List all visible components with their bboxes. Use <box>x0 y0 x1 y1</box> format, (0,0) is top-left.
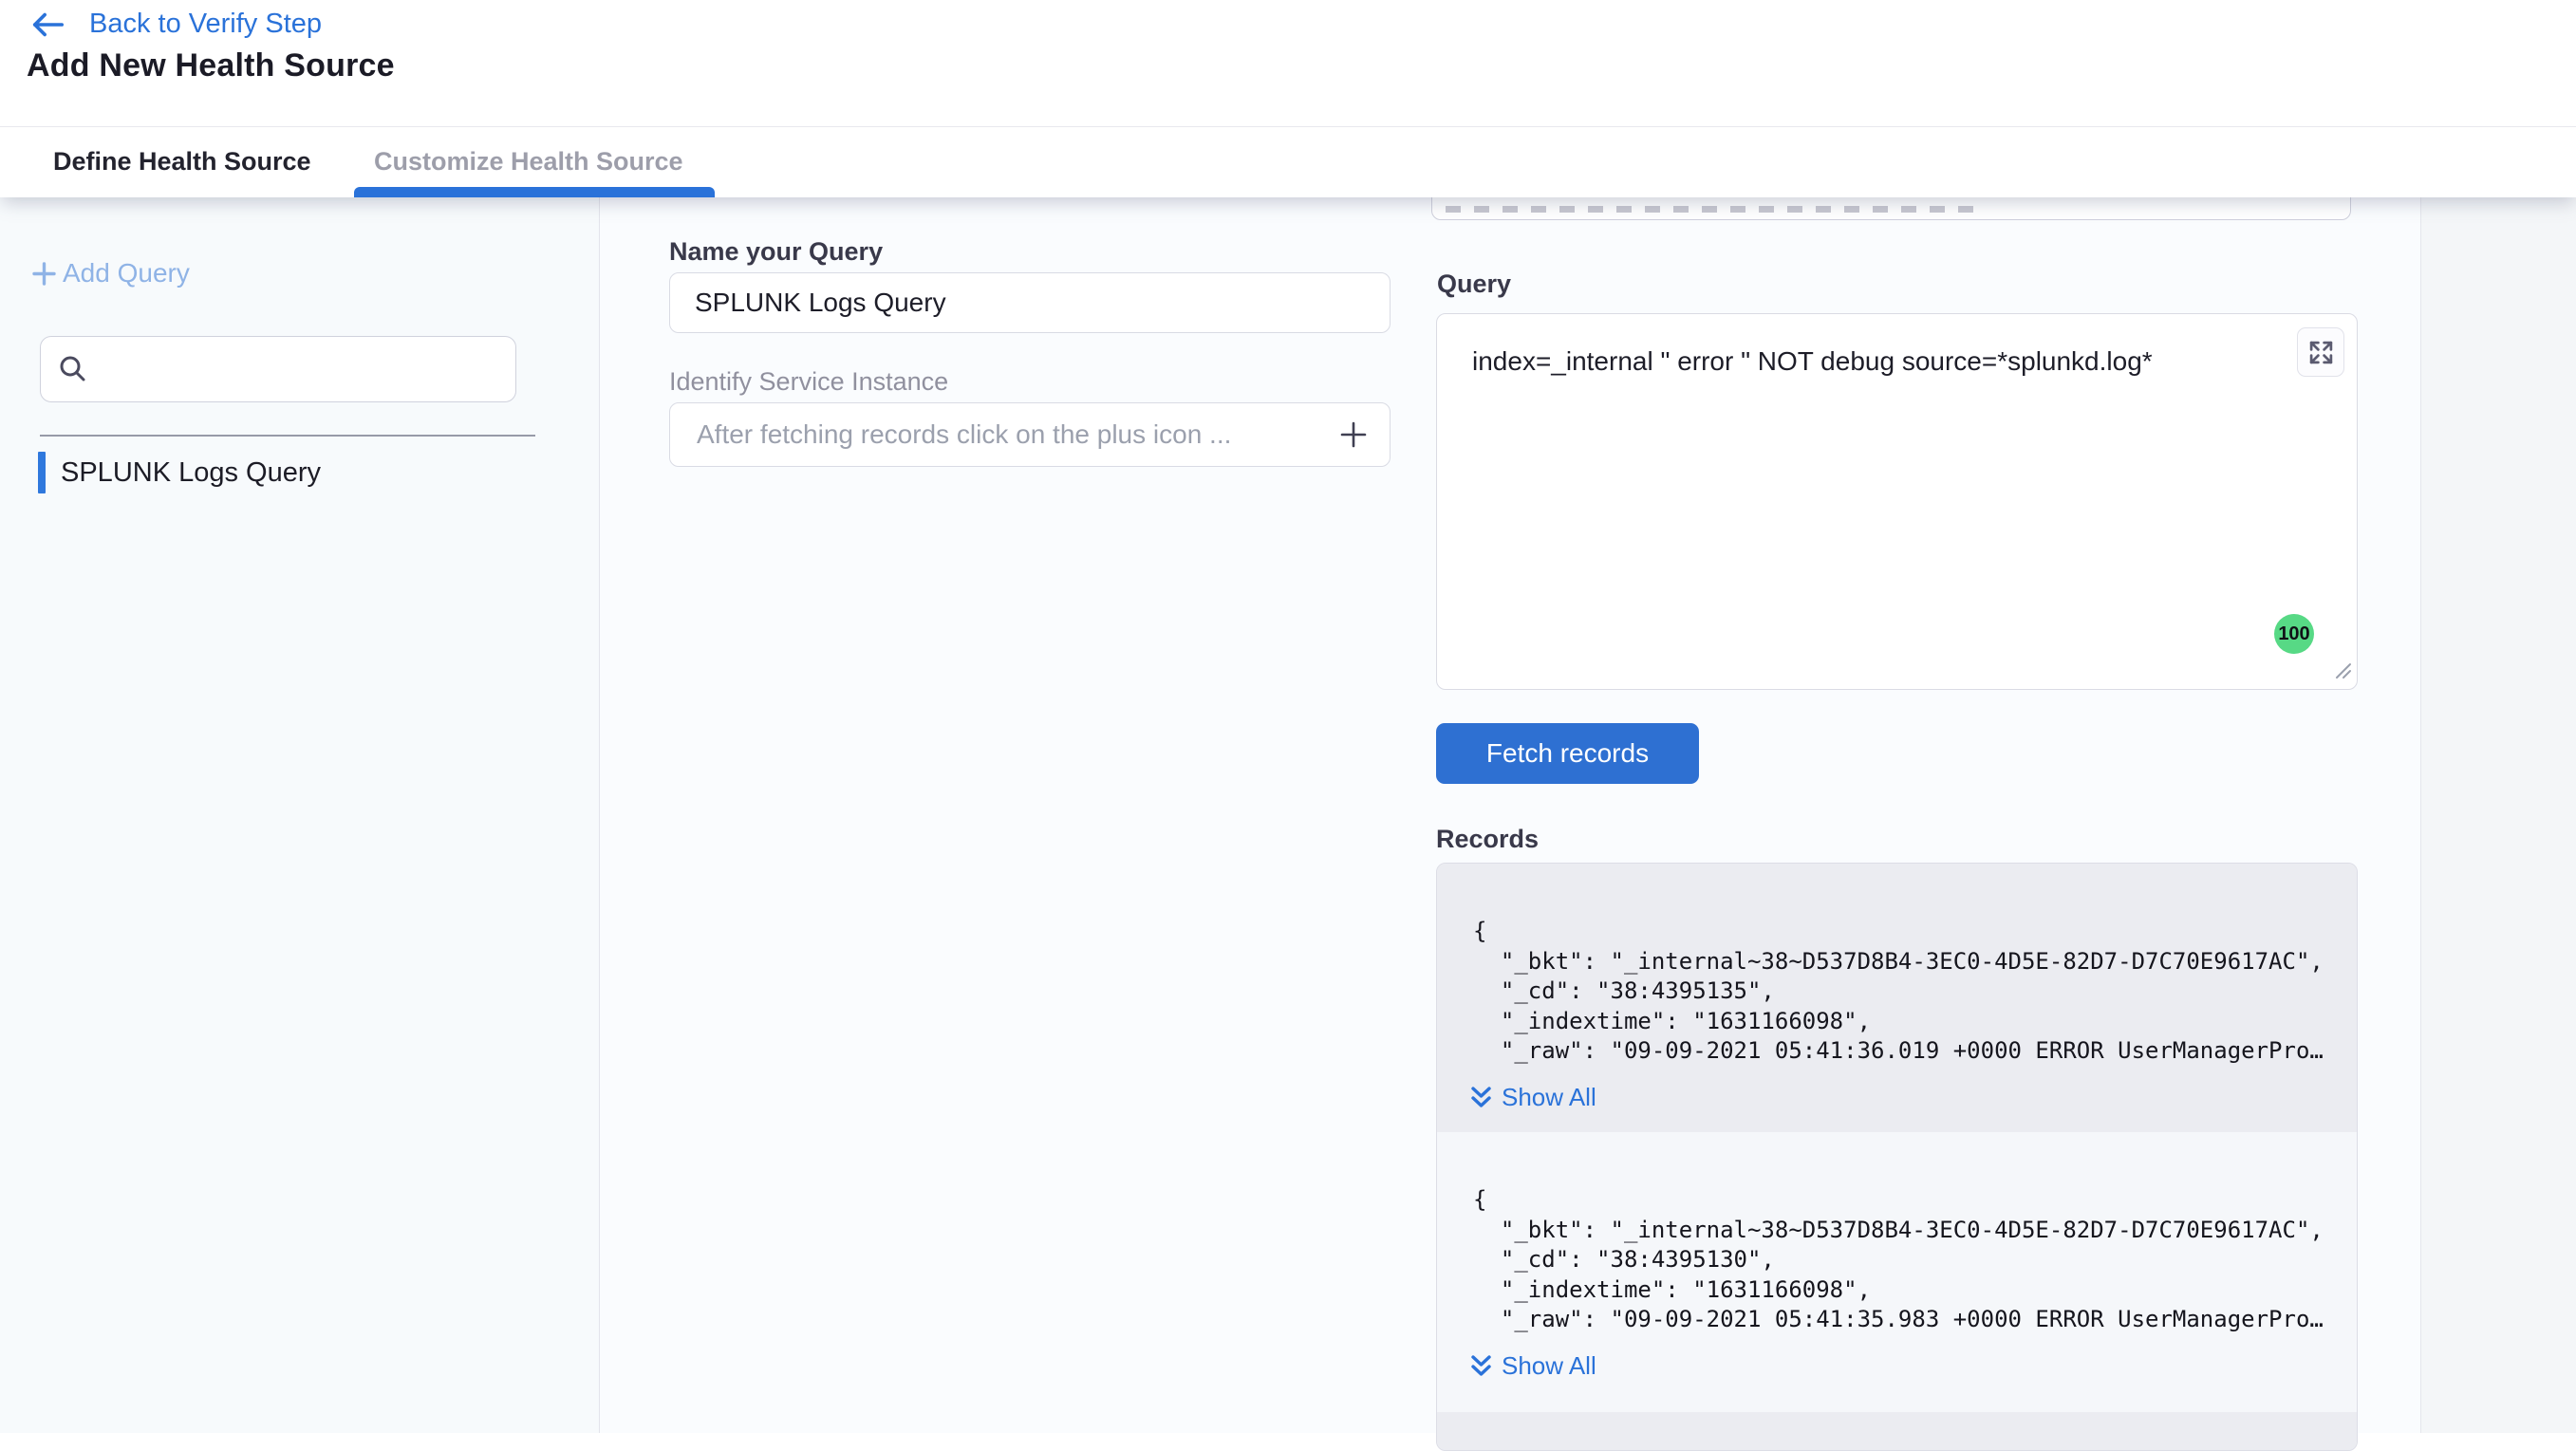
active-tab-indicator <box>354 187 715 197</box>
record-card: { "_bkt": "_internal~38~D537D8B4-3EC0-4D… <box>1437 864 2357 1132</box>
records-list: { "_bkt": "_internal~38~D537D8B4-3EC0-4D… <box>1436 863 2358 1451</box>
expand-query-button[interactable] <box>2297 327 2344 377</box>
search-icon <box>58 354 88 384</box>
service-instance-field[interactable] <box>669 402 1391 467</box>
query-label: Query <box>1437 270 1511 299</box>
show-all-label: Show All <box>1502 1083 1596 1112</box>
show-all-link[interactable]: Show All <box>1470 1083 2357 1112</box>
page-title: Add New Health Source <box>27 47 395 84</box>
record-count-badge: 100 <box>2274 614 2314 654</box>
add-health-source-page: Add Query SPLUNK Logs Query Name your Qu… <box>0 0 2576 1433</box>
back-link[interactable]: Back to Verify Step <box>29 9 322 40</box>
page-header: Back to Verify Step Add New Health Sourc… <box>0 0 2576 127</box>
query-name-input[interactable] <box>669 272 1391 333</box>
content-area: Add Query SPLUNK Logs Query Name your Qu… <box>0 197 2576 1433</box>
record-card <box>1437 1412 2357 1451</box>
fetch-records-button[interactable]: Fetch records <box>1436 723 1699 784</box>
back-link-label: Back to Verify Step <box>89 9 322 40</box>
query-sidebar: Add Query SPLUNK Logs Query <box>0 197 600 1433</box>
records-label: Records <box>1436 825 1539 854</box>
sidebar-divider <box>40 435 535 437</box>
right-panel-gutter <box>2420 197 2576 1433</box>
show-all-label: Show All <box>1502 1351 1596 1381</box>
record-json: { "_bkt": "_internal~38~D537D8B4-3EC0-4D… <box>1437 1132 2357 1335</box>
query-text: index=_internal " error " NOT debug sour… <box>1472 343 2271 381</box>
service-instance-input[interactable] <box>695 419 1338 451</box>
selected-indicator-bar <box>38 452 46 493</box>
double-chevron-down-icon <box>1470 1085 1492 1110</box>
identify-service-instance-label: Identify Service Instance <box>669 367 948 397</box>
expand-icon <box>2308 340 2334 365</box>
sidebar-item-splunk-logs-query[interactable]: SPLUNK Logs Query <box>38 452 321 493</box>
record-card: { "_bkt": "_internal~38~D537D8B4-3EC0-4D… <box>1437 1132 2357 1412</box>
query-textarea[interactable]: index=_internal " error " NOT debug sour… <box>1436 313 2358 690</box>
double-chevron-down-icon <box>1470 1353 1492 1379</box>
record-json: { "_bkt": "_internal~38~D537D8B4-3EC0-4D… <box>1437 864 2357 1067</box>
plus-icon[interactable] <box>1338 419 1369 450</box>
show-all-link[interactable]: Show All <box>1470 1351 2357 1381</box>
add-query-label: Add Query <box>63 258 190 288</box>
query-search-input[interactable] <box>40 336 516 402</box>
back-arrow-icon <box>29 9 65 40</box>
tab-define-health-source[interactable]: Define Health Source <box>53 126 311 197</box>
add-query-button[interactable]: Add Query <box>31 258 190 288</box>
sidebar-item-label: SPLUNK Logs Query <box>61 457 321 489</box>
clipped-text-remnant <box>1446 206 1977 213</box>
resize-handle-icon[interactable] <box>2335 662 2352 684</box>
tab-bar: Define Health Source Customize Health So… <box>0 126 2576 197</box>
plus-icon <box>31 261 57 287</box>
name-your-query-label: Name your Query <box>669 237 883 267</box>
